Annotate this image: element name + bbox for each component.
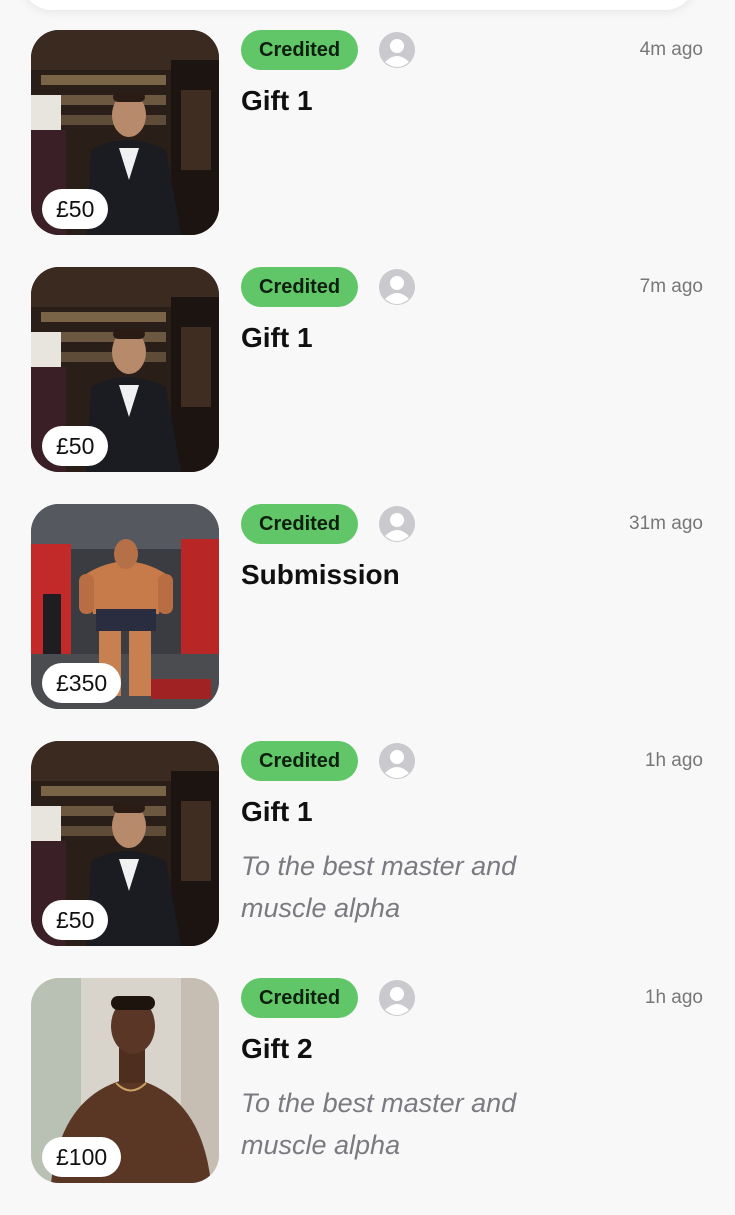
item-title: Gift 1 [241, 322, 313, 353]
price-tag: £350 [42, 663, 122, 703]
timestamp: 31m ago [629, 513, 703, 534]
avatar[interactable] [379, 980, 415, 1016]
user-placeholder-icon [379, 743, 415, 779]
list-item[interactable]: £50 Credited 4m ago Gift 1 [0, 30, 735, 267]
price-tag: £50 [42, 900, 109, 940]
user-placeholder-icon [379, 269, 415, 305]
item-title: Submission [241, 559, 400, 590]
status-badge: Credited [241, 504, 359, 544]
item-title: Gift 2 [241, 1033, 313, 1064]
gift-message: To the best master and muscle alpha [241, 1088, 517, 1160]
thumbnail-image[interactable]: £50 [31, 30, 219, 235]
avatar[interactable] [379, 269, 415, 305]
thumbnail-image[interactable]: £50 [31, 741, 219, 946]
list-item[interactable]: £350 Credited 31m ago Submission [0, 504, 735, 741]
thumbnail-image[interactable]: £50 [31, 267, 219, 472]
timestamp: 1h ago [644, 750, 703, 771]
gift-message: To the best master and muscle alpha [241, 851, 517, 923]
status-badge: Credited [241, 30, 359, 70]
transaction-feed: £50 Credited 4m ago Gift 1 £50 Credited … [0, 0, 735, 1200]
timestamp: 4m ago [639, 39, 703, 60]
item-title: Gift 1 [241, 85, 313, 116]
avatar[interactable] [379, 506, 415, 542]
list-item[interactable]: £100 Credited 1h ago Gift 2 To the best … [0, 978, 735, 1215]
price-tag: £50 [42, 189, 109, 229]
list-item[interactable]: £50 Credited 7m ago Gift 1 [0, 267, 735, 504]
timestamp: 7m ago [639, 276, 703, 297]
thumbnail-image[interactable]: £350 [31, 504, 219, 709]
user-placeholder-icon [379, 506, 415, 542]
item-title: Gift 1 [241, 796, 313, 827]
list-item[interactable]: £50 Credited 1h ago Gift 1 To the best m… [0, 741, 735, 978]
status-badge: Credited [241, 741, 359, 781]
price-tag: £50 [42, 426, 109, 466]
thumbnail-image[interactable]: £100 [31, 978, 219, 1183]
avatar[interactable] [379, 32, 415, 68]
status-badge: Credited [241, 267, 359, 307]
timestamp: 1h ago [644, 987, 703, 1008]
user-placeholder-icon [379, 980, 415, 1016]
avatar[interactable] [379, 743, 415, 779]
status-badge: Credited [241, 978, 359, 1018]
user-placeholder-icon [379, 32, 415, 68]
price-tag: £100 [42, 1137, 122, 1177]
